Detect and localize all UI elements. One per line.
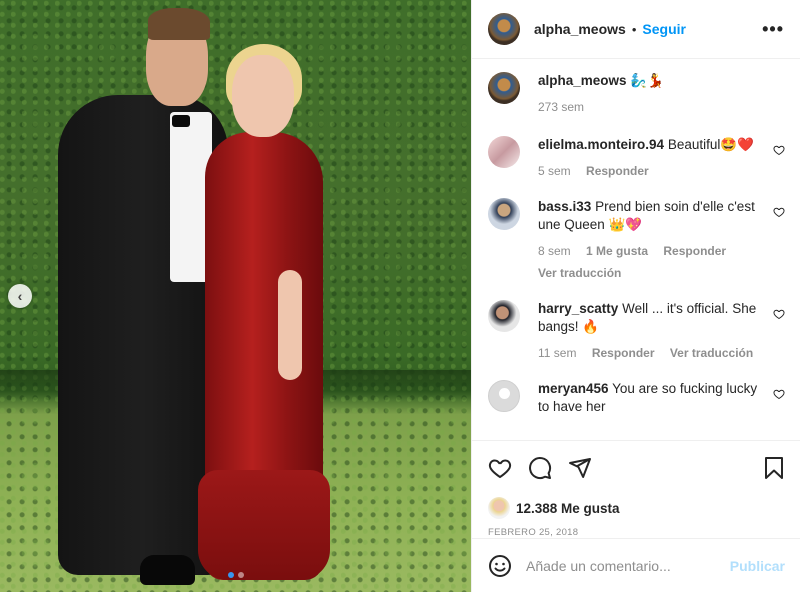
comment-time: 8 sem [538, 244, 571, 258]
author-username[interactable]: alpha_meows [534, 21, 626, 37]
photo-man-hair [148, 8, 210, 40]
heart-icon[interactable] [488, 456, 512, 480]
author-avatar[interactable] [488, 13, 520, 45]
comment-body: harry_scatty Well ... it's official. She… [538, 300, 785, 362]
comment-item: harry_scatty Well ... it's official. She… [488, 300, 785, 362]
comment-meta: 11 sem Responder Ver traducción [538, 344, 767, 362]
bookmark-icon[interactable] [763, 456, 785, 480]
smile-icon[interactable] [488, 554, 512, 578]
comment-input[interactable] [526, 557, 730, 574]
photo-woman-head [232, 55, 294, 137]
caption-time: 273 sem [538, 100, 585, 114]
comment-time: 11 sem [538, 346, 577, 360]
photo-shoe [140, 555, 195, 585]
post-caption: alpha_meows 🧞‍♂️💃 273 sem [488, 72, 785, 116]
commenter-avatar[interactable] [488, 380, 520, 412]
liker-avatar[interactable] [488, 497, 510, 519]
comment-body: bass.i33 Prend bien soin d'elle c'est un… [538, 198, 785, 282]
follow-button[interactable]: Seguir [642, 21, 686, 37]
post-header: alpha_meows • Seguir ••• [472, 0, 800, 59]
post-date: FEBRERO 25, 2018 [488, 527, 579, 538]
post-actions: 12.388 Me gusta FEBRERO 25, 2018 [472, 440, 800, 538]
comment-item: meryan456 You are so fucking lucky to ha… [488, 380, 785, 416]
heart-icon[interactable] [773, 388, 785, 400]
comment-icon[interactable] [528, 456, 552, 480]
comment-meta: 5 sem Responder [538, 162, 767, 180]
comment-username[interactable]: harry_scatty [538, 301, 618, 316]
translate-button[interactable]: Ver traducción [670, 346, 753, 360]
comment-item: bass.i33 Prend bien soin d'elle c'est un… [488, 198, 785, 282]
photo-man-bowtie [172, 115, 190, 127]
photo-woman-dress-hem [198, 470, 330, 580]
reply-button[interactable]: Responder [592, 346, 655, 360]
comment-username[interactable]: elielma.monteiro.94 [538, 137, 664, 152]
translate-button[interactable]: Ver traducción [538, 264, 767, 282]
commenter-avatar[interactable] [488, 136, 520, 168]
header-separator: • [631, 21, 637, 37]
post-photo[interactable]: ‹ [0, 0, 471, 592]
comment-text: Beautiful🤩❤️ [667, 137, 754, 152]
more-icon[interactable]: ••• [762, 19, 784, 40]
heart-icon[interactable] [773, 144, 785, 156]
reply-button[interactable]: Responder [663, 244, 726, 258]
commenter-avatar[interactable] [488, 198, 520, 230]
author-avatar[interactable] [488, 72, 520, 104]
comment-body: meryan456 You are so fucking lucky to ha… [538, 380, 785, 416]
comment-time: 5 sem [538, 164, 571, 178]
commenter-avatar[interactable] [488, 300, 520, 332]
caption-text: 🧞‍♂️💃 [630, 73, 664, 88]
photo-woman-arm [278, 270, 302, 380]
likes-row: 12.388 Me gusta [488, 497, 785, 519]
likes-count[interactable]: 12.388 Me gusta [516, 501, 620, 516]
caption-meta: 273 sem [538, 98, 767, 116]
reply-button[interactable]: Responder [586, 164, 649, 178]
comment-composer: Publicar [472, 538, 800, 592]
comment-meta: 8 sem 1 Me gusta Responder [538, 242, 767, 260]
comment-like-count[interactable]: 1 Me gusta [586, 244, 648, 258]
publish-button[interactable]: Publicar [730, 558, 785, 574]
caption-body: alpha_meows 🧞‍♂️💃 273 sem [538, 72, 785, 116]
carousel-dot [238, 572, 244, 578]
comment-item: elielma.monteiro.94 Beautiful🤩❤️ 5 sem R… [488, 136, 785, 180]
heart-icon[interactable] [773, 206, 785, 218]
comments-list[interactable]: alpha_meows 🧞‍♂️💃 273 sem elielma.montei… [472, 60, 800, 438]
post-side-panel: alpha_meows • Seguir ••• alpha_meows 🧞‍♂… [471, 0, 800, 592]
caption-username[interactable]: alpha_meows [538, 73, 627, 88]
chevron-left-icon: ‹ [17, 288, 23, 304]
comment-username[interactable]: meryan456 [538, 381, 609, 396]
comment-username[interactable]: bass.i33 [538, 199, 591, 214]
carousel-dots [228, 572, 244, 578]
heart-icon[interactable] [773, 308, 785, 320]
carousel-dot [228, 572, 234, 578]
action-bar [488, 455, 785, 481]
share-icon[interactable] [568, 456, 592, 480]
carousel-prev-button[interactable]: ‹ [8, 284, 32, 308]
comment-body: elielma.monteiro.94 Beautiful🤩❤️ 5 sem R… [538, 136, 785, 180]
